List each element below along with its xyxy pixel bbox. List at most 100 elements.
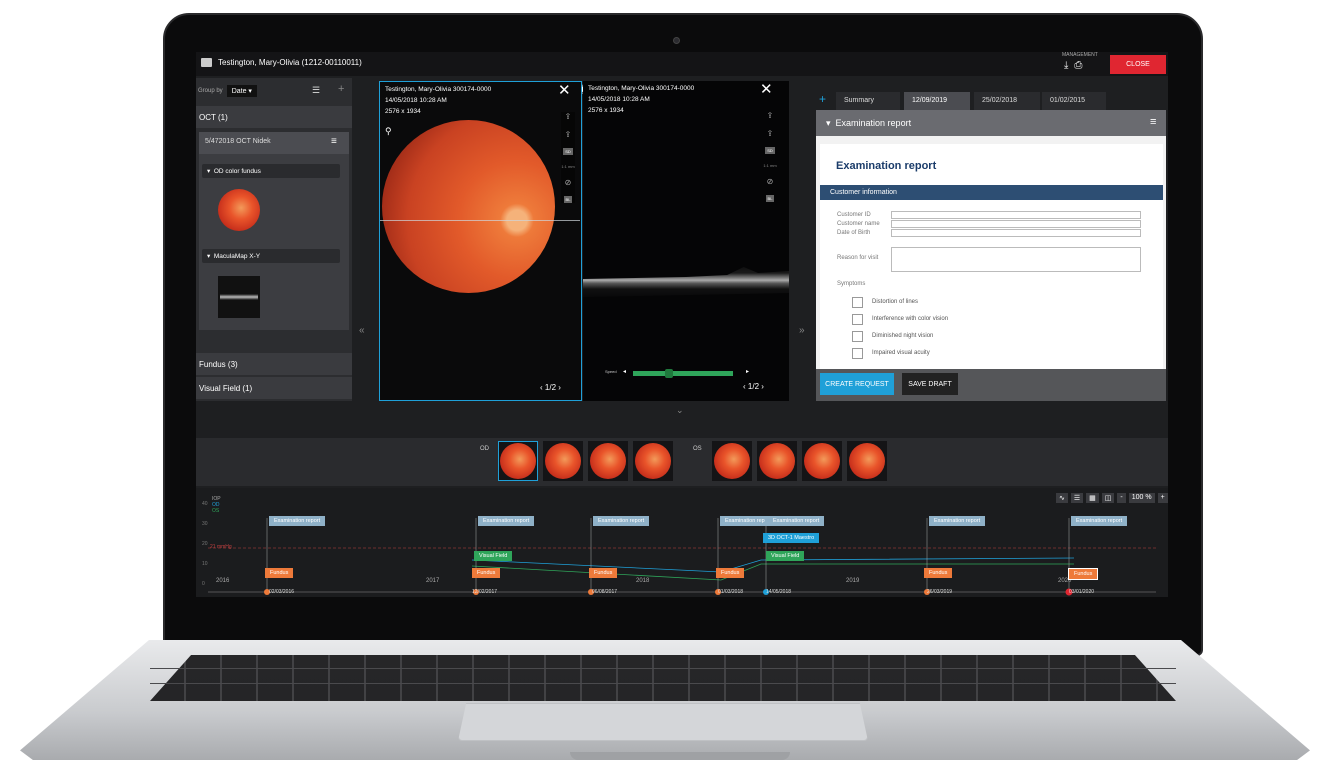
filter-icon[interactable]: ☰	[312, 85, 320, 96]
export-icon[interactable]: ⇪	[767, 111, 774, 120]
menu-icon[interactable]: ≡	[331, 136, 337, 147]
tag-exam-report[interactable]: Examination rep	[720, 516, 770, 526]
tab-summary[interactable]: Summary	[836, 92, 900, 110]
dob-field[interactable]	[891, 229, 1141, 237]
tag-exam-report[interactable]: Examination report	[593, 516, 650, 526]
save-draft-button[interactable]: SAVE DRAFT	[902, 373, 958, 395]
bl-badge[interactable]: BL	[563, 196, 573, 203]
tag-fundus[interactable]: Fundus	[1068, 568, 1099, 580]
close-viewer-icon[interactable]: ✕	[760, 80, 773, 98]
report-header-title: Examination report	[835, 118, 912, 128]
strip-thumbnail[interactable]	[543, 441, 583, 481]
symptom-checkbox[interactable]	[852, 297, 863, 308]
trend-icon[interactable]: ∿	[1056, 493, 1068, 503]
slider-thumb[interactable]	[665, 369, 673, 378]
sd-badge[interactable]: SD	[765, 147, 775, 154]
tag-fundus[interactable]: Fundus	[716, 568, 745, 578]
strip-thumbnail[interactable]	[588, 441, 628, 481]
strip-thumbnail[interactable]	[847, 441, 887, 481]
strip-thumbnail[interactable]	[498, 441, 538, 481]
collapse-right-icon[interactable]: »	[799, 325, 805, 336]
create-request-button[interactable]: CREATE REQUEST	[820, 373, 894, 395]
symptom-checkbox[interactable]	[852, 314, 863, 325]
scale-badge[interactable]: 1:1 mm	[763, 163, 776, 168]
strip-thumbnail[interactable]	[633, 441, 673, 481]
share-icon[interactable]: ⇪	[767, 129, 774, 138]
tag-exam-report[interactable]: Examination report	[478, 516, 535, 526]
strip-thumbnail[interactable]	[712, 441, 752, 481]
tab-01-02-2015[interactable]: 01/02/2015	[1042, 92, 1106, 110]
hide-icon[interactable]: ⊘	[767, 177, 774, 186]
share-icon[interactable]: ⇪	[565, 130, 572, 139]
tag-visual-field[interactable]: Visual Field	[474, 551, 513, 561]
scan-line	[380, 220, 580, 221]
tag-fundus[interactable]: Fundus	[589, 568, 618, 578]
export-icon[interactable]: ⇪	[565, 112, 572, 121]
image-label-od-fundus[interactable]: ▾ OD color fundus	[202, 164, 340, 178]
prev-icon[interactable]: ‹	[540, 383, 543, 392]
viewer-pagination[interactable]: ‹ 1/2 ›	[743, 382, 764, 391]
symptom-checkbox[interactable]	[852, 348, 863, 359]
customer-id-field[interactable]	[891, 211, 1141, 219]
oct-item[interactable]: 5/472018 OCT Nidek	[199, 132, 349, 154]
download-icon[interactable]: ⤓	[1064, 60, 1074, 71]
zoom-in-button[interactable]: +	[1157, 493, 1168, 503]
tag-visual-field[interactable]: Visual Field	[766, 551, 805, 561]
image-label-maculamap[interactable]: ▾ MaculaMap X-Y	[202, 249, 340, 263]
play-forward-icon[interactable]: ▸	[746, 368, 749, 375]
zoom-out-button[interactable]: -	[1117, 493, 1126, 503]
oct-bscan-image[interactable]	[583, 267, 789, 297]
tag-fundus[interactable]: Fundus	[472, 568, 501, 578]
bl-badge[interactable]: BL	[765, 195, 775, 202]
layers-icon[interactable]: ◫	[1101, 493, 1115, 503]
tag-fundus[interactable]: Fundus	[265, 568, 294, 578]
sd-badge[interactable]: SD	[563, 148, 573, 155]
section-visual-field[interactable]: Visual Field (1)	[196, 377, 352, 399]
tab-12-09-2019[interactable]: 12/09/2019	[904, 92, 970, 110]
tag-exam-report[interactable]: Examination report	[269, 516, 326, 526]
event-date: 02/03/2016	[269, 589, 295, 595]
section-oct[interactable]: OCT (1)	[196, 106, 352, 128]
playback-slider[interactable]: Speed ◂ ▸	[605, 368, 753, 378]
menu-icon[interactable]: ≡	[1150, 116, 1156, 128]
timeline[interactable]: IOP OD OS 40 30 20 10 0 21 mmHg 2016 201…	[196, 488, 1168, 597]
expand-down-icon[interactable]: ⌄	[676, 405, 684, 416]
app-screen: Testington, Mary-Olivia (1212-00110011) …	[196, 52, 1168, 597]
next-icon[interactable]: ›	[761, 382, 764, 391]
add-icon[interactable]: +	[338, 83, 344, 95]
collapse-left-icon[interactable]: «	[359, 325, 365, 336]
od-fundus-thumbnail[interactable]	[218, 189, 260, 231]
filter-icon[interactable]: ☰	[1070, 493, 1084, 503]
viewer-oct[interactable]: Testington, Mary-Olivia 300174-0000 14/0…	[583, 81, 789, 401]
calendar-icon[interactable]: ▦	[1086, 493, 1099, 503]
strip-thumbnail[interactable]	[757, 441, 797, 481]
tab-25-02-2018[interactable]: 25/02/2018	[974, 92, 1040, 110]
scale-badge[interactable]: 1:1 mm	[561, 164, 574, 169]
tag-exam-report[interactable]: Examination report	[1071, 516, 1128, 526]
maculamap-thumbnail[interactable]	[218, 276, 260, 318]
viewer-pagination[interactable]: ‹ 1/2 ›	[540, 383, 561, 392]
customer-name-field[interactable]	[891, 220, 1141, 228]
marker-icon[interactable]: ⚲	[385, 126, 392, 137]
slider-track[interactable]	[633, 371, 733, 376]
tag-exam-report[interactable]: Examination report	[929, 516, 986, 526]
section-fundus[interactable]: Fundus (3)	[196, 353, 352, 375]
print-icon[interactable]: ⎙	[1074, 60, 1088, 71]
viewer-fundus[interactable]: Testington, Mary-Olivia 300174-0000 14/0…	[379, 81, 582, 401]
tag-oct[interactable]: 3D OCT-1 Maestro	[763, 533, 820, 543]
tag-exam-report[interactable]: Examination report	[768, 516, 825, 526]
next-icon[interactable]: ›	[558, 383, 561, 392]
fundus-image[interactable]	[382, 120, 555, 293]
symptom-checkbox[interactable]	[852, 331, 863, 342]
play-back-icon[interactable]: ◂	[623, 368, 626, 375]
strip-thumbnail[interactable]	[802, 441, 842, 481]
group-by-select[interactable]: Date ▾	[226, 85, 257, 97]
viewer-patient: Testington, Mary-Olivia 300174-0000	[385, 86, 492, 93]
reason-field[interactable]	[891, 247, 1141, 272]
close-viewer-icon[interactable]: ✕	[558, 81, 571, 99]
add-tab-icon[interactable]: +	[819, 92, 826, 106]
close-button[interactable]: CLOSE	[1110, 55, 1166, 74]
prev-icon[interactable]: ‹	[743, 382, 746, 391]
tag-fundus[interactable]: Fundus	[924, 568, 953, 578]
hide-icon[interactable]: ⊘	[565, 178, 572, 187]
